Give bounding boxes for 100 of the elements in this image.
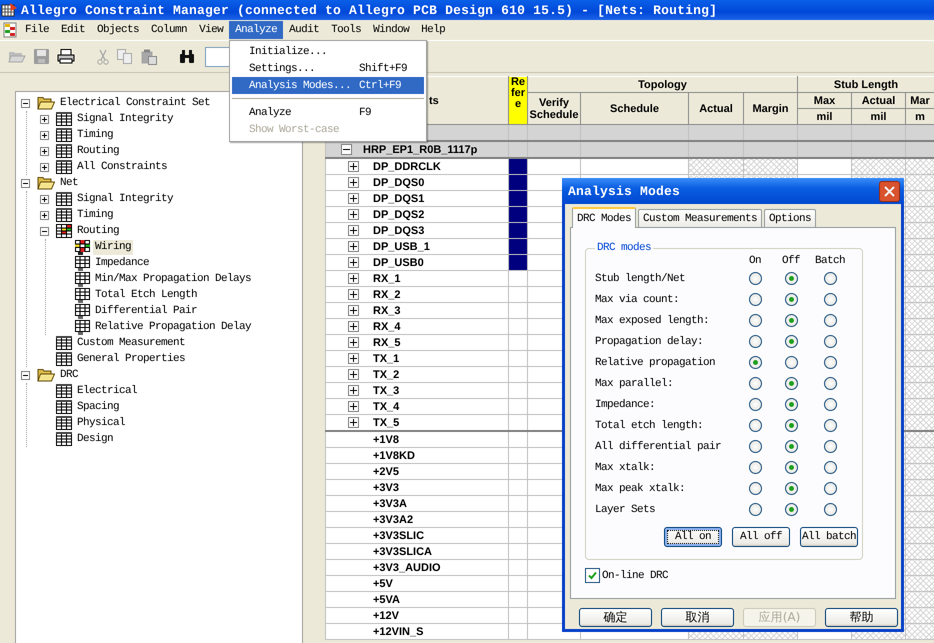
radio-button[interactable]: [784, 314, 798, 327]
radio-button[interactable]: [824, 356, 836, 369]
tree-item[interactable]: Electrical Constraint Set: [58, 96, 212, 110]
tab[interactable]: Options: [764, 209, 816, 227]
radio-button[interactable]: [784, 398, 798, 411]
tab[interactable]: DRC Modes: [572, 207, 636, 228]
tree-item[interactable]: Custom Measurement: [75, 336, 188, 350]
tree-toggle[interactable]: [40, 194, 49, 204]
button[interactable]: All batch: [800, 527, 858, 547]
tree-item[interactable]: Physical: [75, 416, 128, 430]
radio-button[interactable]: [784, 335, 798, 348]
checkbox[interactable]: [585, 568, 600, 583]
radio-button[interactable]: [748, 356, 762, 369]
tree-item[interactable]: Total Etch Length: [93, 288, 200, 302]
column-header[interactable]: Schedule: [580, 92, 688, 124]
tree-item[interactable]: Routing: [75, 144, 122, 158]
radio-button[interactable]: [748, 272, 762, 285]
tree-item[interactable]: Spacing: [75, 400, 122, 414]
radio-button[interactable]: [824, 293, 836, 306]
tree-toggle[interactable]: [348, 257, 359, 268]
radio-button[interactable]: [784, 377, 798, 390]
tree-item[interactable]: Signal Integrity: [75, 192, 176, 206]
tree-toggle[interactable]: [40, 130, 49, 140]
tree-item[interactable]: All Constraints: [75, 160, 170, 174]
menu-item[interactable]: Analyze F9: [232, 104, 424, 121]
tree-toggle[interactable]: [348, 305, 359, 316]
radio-button[interactable]: [824, 503, 836, 516]
column-header[interactable]: Max: [798, 92, 852, 108]
radio-button[interactable]: [784, 293, 798, 306]
close-button[interactable]: [879, 180, 900, 202]
menu-item[interactable]: File: [19, 21, 56, 39]
column-header[interactable]: Refere: [508, 76, 528, 124]
radio-button[interactable]: [784, 461, 798, 474]
column-header[interactable]: Actual: [852, 92, 906, 108]
menu-item[interactable]: Help: [415, 21, 452, 39]
radio-button[interactable]: [824, 377, 836, 390]
tree-toggle[interactable]: [348, 401, 359, 412]
tree-toggle[interactable]: [40, 210, 49, 220]
button[interactable]: All on: [664, 527, 722, 547]
radio-button[interactable]: [824, 272, 836, 285]
tree-item[interactable]: Electrical: [75, 384, 140, 398]
tree-item[interactable]: Routing: [75, 224, 122, 238]
radio-button[interactable]: [784, 356, 798, 369]
menu-item[interactable]: Analysis Modes... Ctrl+F9: [232, 77, 424, 94]
radio-button[interactable]: [748, 293, 762, 306]
radio-button[interactable]: [824, 398, 836, 411]
tree-toggle[interactable]: [40, 146, 49, 156]
button[interactable]: 确定: [579, 608, 652, 627]
menu-item[interactable]: View: [193, 21, 230, 39]
menu-item[interactable]: Objects: [91, 21, 146, 39]
tree-item[interactable]: Net: [58, 176, 80, 190]
tree-toggle[interactable]: [21, 98, 30, 108]
radio-button[interactable]: [748, 503, 762, 516]
radio-button[interactable]: [748, 461, 762, 474]
tab[interactable]: Custom Measurements: [638, 209, 762, 227]
tree-item[interactable]: Relative Propagation Delay: [93, 320, 254, 334]
menu-item[interactable]: Settings... Shift+F9: [232, 60, 424, 77]
radio-button[interactable]: [784, 272, 798, 285]
tree-toggle[interactable]: [348, 321, 359, 332]
tree-toggle[interactable]: [348, 337, 359, 348]
tree-item[interactable]: Min/Max Propagation Delays: [93, 272, 254, 286]
tree-toggle[interactable]: [348, 177, 359, 188]
radio-button[interactable]: [748, 377, 762, 390]
radio-button[interactable]: [824, 482, 836, 495]
menu-item[interactable]: Tools: [325, 21, 368, 39]
binoculars-icon[interactable]: [179, 50, 195, 64]
radio-button[interactable]: [784, 503, 798, 516]
tree-item[interactable]: Design: [75, 432, 116, 446]
menu-item[interactable]: Column: [145, 21, 194, 39]
radio-button[interactable]: [824, 419, 836, 432]
menu-item[interactable]: Window: [367, 21, 416, 39]
tree-toggle[interactable]: [348, 273, 359, 284]
menu-item[interactable]: Audit: [283, 21, 326, 39]
column-header[interactable]: Mar: [906, 92, 934, 108]
print-icon[interactable]: [57, 49, 75, 64]
button[interactable]: 取消: [661, 608, 734, 627]
menu-item[interactable]: Analyze: [229, 21, 284, 39]
tree-toggle[interactable]: [348, 417, 359, 428]
tree-toggle[interactable]: [21, 178, 30, 188]
radio-button[interactable]: [748, 398, 762, 411]
tree-item[interactable]: DRC: [58, 368, 80, 382]
tree-item[interactable]: General Properties: [75, 352, 188, 366]
tree-toggle[interactable]: [348, 209, 359, 220]
radio-button[interactable]: [784, 419, 798, 432]
column-header[interactable]: Verify Schedule: [528, 92, 580, 124]
radio-button[interactable]: [824, 335, 836, 348]
radio-button[interactable]: [748, 335, 762, 348]
tree-item[interactable]: Impedance: [93, 256, 152, 270]
tree-toggle[interactable]: [40, 162, 49, 172]
tree-item[interactable]: Wiring: [93, 240, 134, 254]
tree-toggle[interactable]: [21, 370, 30, 380]
tree-toggle[interactable]: [348, 225, 359, 236]
tree-toggle[interactable]: [348, 353, 359, 364]
button[interactable]: 帮助: [825, 608, 898, 627]
menu-item[interactable]: Edit: [55, 21, 92, 39]
menu-item[interactable]: Initialize...: [232, 43, 424, 60]
tree-item[interactable]: Timing: [75, 208, 116, 222]
radio-button[interactable]: [748, 419, 762, 432]
column-header[interactable]: Actual: [688, 92, 744, 124]
tree-item[interactable]: Differential Pair: [93, 304, 200, 318]
